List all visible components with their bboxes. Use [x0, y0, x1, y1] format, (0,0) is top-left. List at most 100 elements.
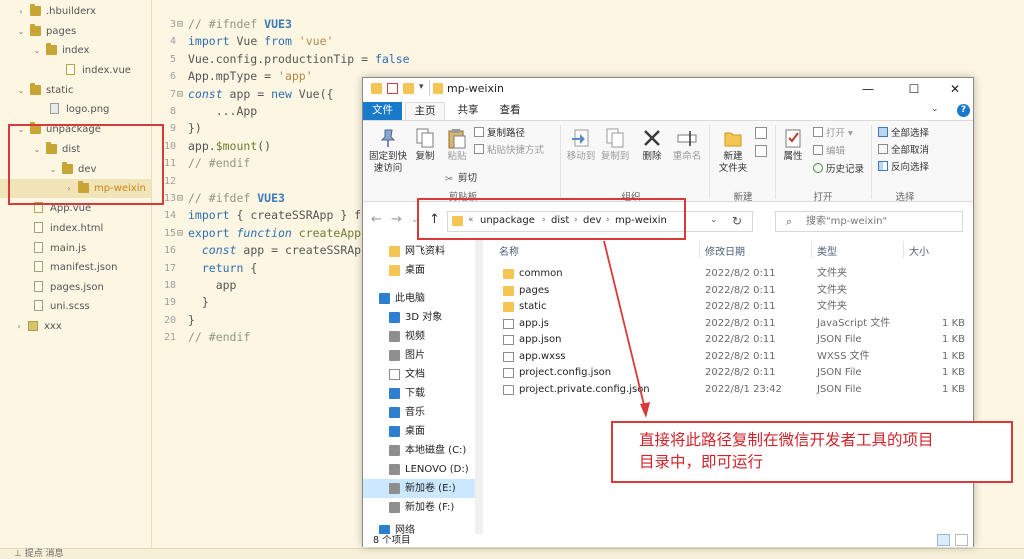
- navigation-scrollbar[interactable]: [475, 238, 483, 534]
- chevron-down-icon[interactable]: ⌄: [32, 140, 42, 159]
- details-view-icon[interactable]: [937, 534, 950, 546]
- file-row[interactable]: static 2022/8/2 0:11 文件夹: [485, 299, 973, 316]
- nav-item[interactable]: 网飞资料: [363, 242, 483, 261]
- chevron-right-icon[interactable]: ›: [16, 2, 26, 21]
- file-row[interactable]: pages 2022/8/2 0:11 文件夹: [485, 283, 973, 300]
- nav-item[interactable]: LENOVO (D:): [363, 460, 483, 479]
- sidebar-item-index-html[interactable]: index.html: [0, 219, 151, 238]
- nav-item[interactable]: 下载: [363, 384, 483, 403]
- chevron-right-icon[interactable]: ›: [64, 179, 74, 198]
- nav-item[interactable]: 图片: [363, 346, 483, 365]
- maximize-button[interactable]: ☐: [894, 78, 934, 100]
- properties-button[interactable]: 属性: [779, 127, 807, 163]
- history-button[interactable]: 历史记录: [813, 163, 864, 176]
- sidebar-item-pages[interactable]: ⌄ pages: [0, 22, 151, 41]
- file-row[interactable]: project.config.json 2022/8/2 0:11 JSON Fil…: [485, 365, 973, 382]
- nav-item[interactable]: 文档: [363, 365, 483, 384]
- sidebar-item-manifest-json[interactable]: manifest.json: [0, 258, 151, 277]
- crumb-overflow[interactable]: «: [468, 215, 474, 225]
- sidebar-item-index[interactable]: ⌄ index: [0, 41, 151, 60]
- paste-shortcut-button[interactable]: 粘贴快捷方式: [474, 144, 544, 157]
- chevron-right-icon[interactable]: ›: [14, 317, 24, 336]
- refresh-icon[interactable]: ↻: [732, 214, 742, 228]
- edit-button[interactable]: 编辑: [813, 145, 845, 158]
- address-box[interactable]: « unpackage › dist › dev › mp-weixin ⌄ ↻: [447, 211, 753, 232]
- cut-button[interactable]: ✂ 剪切: [445, 172, 477, 185]
- tab-share[interactable]: 共享: [449, 102, 487, 120]
- ribbon-collapse-icon[interactable]: ⌄: [931, 104, 939, 114]
- crumb-mp-weixin[interactable]: mp-weixin: [615, 215, 667, 226]
- file-row[interactable]: app.wxss 2022/8/2 0:11 WXSS 文件 1 KB: [485, 349, 973, 366]
- sidebar-item-mp-weixin[interactable]: › mp-weixin: [0, 179, 151, 198]
- copy-button[interactable]: 复制: [411, 127, 439, 163]
- fold-toggle-icon[interactable]: ⊟: [177, 16, 183, 33]
- column-divider[interactable]: [903, 241, 904, 258]
- up-icon[interactable]: ↑: [429, 212, 440, 227]
- large-icons-view-icon[interactable]: [955, 534, 968, 546]
- nav-item[interactable]: 此电脑: [363, 289, 483, 308]
- crumb-unpackage[interactable]: unpackage: [480, 215, 535, 226]
- chevron-down-icon[interactable]: ⌄: [48, 160, 58, 179]
- sidebar-item-dist[interactable]: ⌄ dist: [0, 140, 151, 159]
- chevron-down-icon[interactable]: ⌄: [32, 41, 42, 60]
- nav-item[interactable]: 音乐: [363, 403, 483, 422]
- chevron-down-icon[interactable]: ⌄: [16, 22, 26, 41]
- file-row[interactable]: common 2022/8/2 0:11 文件夹: [485, 266, 973, 283]
- search-input[interactable]: ⌕ 搜索"mp-weixin": [775, 211, 963, 232]
- file-row[interactable]: app.js 2022/8/2 0:11 JavaScript 文件 1 KB: [485, 316, 973, 333]
- crumb-dev[interactable]: dev: [583, 215, 601, 226]
- crumb-dist[interactable]: dist: [551, 215, 569, 226]
- nav-item[interactable]: 新加卷 (F:): [363, 498, 483, 517]
- select-all-button[interactable]: 全部选择: [878, 127, 929, 140]
- sidebar-item-logo-png[interactable]: logo.png: [0, 100, 151, 119]
- sidebar-item-static[interactable]: ⌄ static: [0, 81, 151, 100]
- forward-icon[interactable]: →: [391, 212, 402, 227]
- sidebar-item-index-vue[interactable]: index.vue: [0, 61, 151, 80]
- sidebar-item-unpackage[interactable]: ⌄ unpackage: [0, 120, 151, 139]
- file-row[interactable]: project.private.config.json 2022/8/1 23:4…: [485, 382, 973, 399]
- delete-button[interactable]: 删除: [637, 127, 667, 163]
- file-row[interactable]: app.json 2022/8/2 0:11 JSON File 1 KB: [485, 332, 973, 349]
- copy-path-button[interactable]: 复制路径: [474, 127, 525, 140]
- column-divider[interactable]: [699, 241, 700, 258]
- pin-quick-access-button[interactable]: 固定到快 速访问: [365, 127, 411, 175]
- chevron-down-icon[interactable]: ⌄: [16, 81, 26, 100]
- fold-toggle-icon[interactable]: ⊟: [177, 190, 183, 207]
- sidebar-item-xxx[interactable]: › xxx: [0, 317, 151, 336]
- sidebar-item-dev[interactable]: ⌄ dev: [0, 160, 151, 179]
- nav-item[interactable]: 视频: [363, 327, 483, 346]
- paste-button[interactable]: 粘贴: [443, 127, 471, 163]
- copy-to-button[interactable]: 复制到: [599, 127, 631, 163]
- close-button[interactable]: ✕: [935, 78, 975, 100]
- select-none-button[interactable]: 全部取消: [878, 144, 929, 157]
- column-size[interactable]: 大小: [909, 243, 929, 258]
- new-folder-button[interactable]: 新建 文件夹: [713, 127, 753, 175]
- address-dropdown-icon[interactable]: ⌄: [710, 215, 718, 225]
- chevron-down-icon[interactable]: ⌄: [16, 120, 26, 139]
- sidebar-item-uni-scss[interactable]: uni.scss: [0, 297, 151, 316]
- open-button[interactable]: 打开 ▾: [813, 127, 853, 140]
- recent-dropdown-icon[interactable]: ⌄: [411, 215, 419, 225]
- easy-access-icon[interactable]: [755, 145, 767, 157]
- back-icon[interactable]: ←: [371, 212, 382, 227]
- fold-toggle-icon[interactable]: ⊟: [177, 225, 183, 242]
- nav-item[interactable]: 桌面: [363, 422, 483, 441]
- sidebar-item-main-js[interactable]: main.js: [0, 239, 151, 258]
- sidebar-item-app-vue[interactable]: App.vue: [0, 199, 151, 218]
- new-item-icon[interactable]: [755, 127, 767, 139]
- tab-view[interactable]: 查看: [491, 102, 529, 120]
- move-to-button[interactable]: 移动到: [565, 127, 597, 163]
- tab-home[interactable]: 主页: [405, 102, 445, 120]
- nav-item[interactable]: 本地磁盘 (C:): [363, 441, 483, 460]
- nav-item[interactable]: 桌面: [363, 261, 483, 280]
- tab-file[interactable]: 文件: [363, 102, 402, 120]
- nav-item[interactable]: 新加卷 (E:): [363, 479, 483, 498]
- column-type[interactable]: 类型: [817, 243, 837, 258]
- column-name[interactable]: 名称: [499, 243, 519, 258]
- column-divider[interactable]: [811, 241, 812, 258]
- code-editor[interactable]: 3 ⊟// #ifndef VUE3 4 import Vue from 'vue' 5…: [152, 0, 410, 548]
- properties-quick-icon[interactable]: [387, 83, 398, 94]
- rename-button[interactable]: 重命名: [669, 127, 705, 163]
- quick-access-dropdown-icon[interactable]: ▾: [419, 82, 424, 92]
- nav-item[interactable]: 3D 对象: [363, 308, 483, 327]
